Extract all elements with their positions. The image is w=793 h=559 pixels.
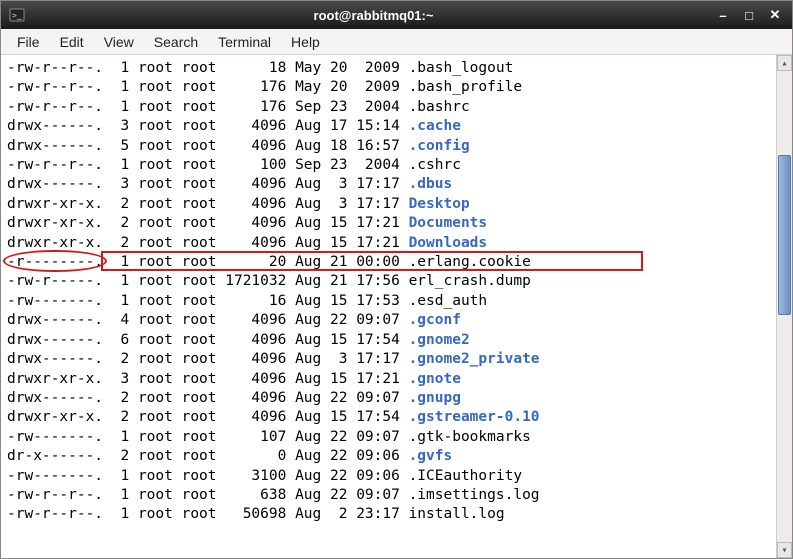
- highlight-row-box: [101, 251, 643, 271]
- file-name: .bash_profile: [409, 79, 523, 95]
- file-name: .gnome2_private: [409, 351, 540, 367]
- scrollbar[interactable]: ▴ ▾: [776, 55, 792, 558]
- file-name: install.log: [409, 506, 505, 522]
- menu-view[interactable]: View: [94, 31, 144, 53]
- window-controls: – □ ✕: [714, 8, 784, 22]
- menu-search[interactable]: Search: [144, 31, 208, 53]
- file-listing-row: -rw-------. 1 root root 3100 Aug 22 09:0…: [7, 467, 770, 486]
- file-name: .gconf: [409, 312, 461, 328]
- terminal-area: -rw-r--r--. 1 root root 18 May 20 2009 .…: [1, 55, 792, 558]
- file-name: erl_crash.dump: [409, 273, 531, 289]
- file-listing-row: -rw-r--r--. 1 root root 176 May 20 2009 …: [7, 78, 770, 97]
- menu-file[interactable]: File: [7, 31, 50, 53]
- file-listing-row: drwx------. 3 root root 4096 Aug 3 17:17…: [7, 175, 770, 194]
- menu-help[interactable]: Help: [281, 31, 330, 53]
- terminal-app-icon: >_: [9, 7, 25, 23]
- window-title: root@rabbitmq01:~: [33, 8, 714, 23]
- file-name: .config: [409, 138, 470, 154]
- scrollbar-thumb[interactable]: [778, 155, 791, 315]
- svg-text:>_: >_: [12, 11, 22, 20]
- file-listing-row: drwx------. 4 root root 4096 Aug 22 09:0…: [7, 311, 770, 330]
- file-listing-row: -rw-------. 1 root root 16 Aug 15 17:53 …: [7, 292, 770, 311]
- file-listing-row: drwx------. 3 root root 4096 Aug 17 15:1…: [7, 117, 770, 136]
- maximize-button[interactable]: □: [740, 8, 758, 22]
- menubar: File Edit View Search Terminal Help: [1, 29, 792, 55]
- file-name: .gnupg: [409, 390, 461, 406]
- file-listing-row: -rw-r--r--. 1 root root 50698 Aug 2 23:1…: [7, 505, 770, 524]
- titlebar[interactable]: >_ root@rabbitmq01:~ – □ ✕: [1, 1, 792, 29]
- file-name: .gnote: [409, 371, 461, 387]
- file-name: Downloads: [409, 235, 488, 251]
- scroll-down-icon[interactable]: ▾: [777, 542, 792, 558]
- file-listing-row: -rw-r--r--. 1 root root 18 May 20 2009 .…: [7, 59, 770, 78]
- file-listing-row: drwxr-xr-x. 2 root root 4096 Aug 15 17:5…: [7, 408, 770, 427]
- file-name: .gnome2: [409, 332, 470, 348]
- file-listing-row: drwx------. 6 root root 4096 Aug 15 17:5…: [7, 331, 770, 350]
- file-listing-row: -rw-------. 1 root root 107 Aug 22 09:07…: [7, 428, 770, 447]
- file-listing-row: -rw-r--r--. 1 root root 100 Sep 23 2004 …: [7, 156, 770, 175]
- file-listing-row: drwx------. 2 root root 4096 Aug 3 17:17…: [7, 350, 770, 369]
- file-name: .bash_logout: [409, 60, 514, 76]
- file-name: .imsettings.log: [409, 487, 540, 503]
- file-listing-row: -rw-r--r--. 1 root root 638 Aug 22 09:07…: [7, 486, 770, 505]
- close-button[interactable]: ✕: [766, 8, 784, 22]
- file-name: .ICEauthority: [409, 468, 523, 484]
- file-listing-row: drwxr-xr-x. 2 root root 4096 Aug 3 17:17…: [7, 195, 770, 214]
- file-listing-row: -rw-r--r--. 1 root root 176 Sep 23 2004 …: [7, 98, 770, 117]
- file-name: Desktop: [409, 196, 470, 212]
- file-listing-row: drwx------. 2 root root 4096 Aug 22 09:0…: [7, 389, 770, 408]
- file-name: .esd_auth: [409, 293, 488, 309]
- menu-terminal[interactable]: Terminal: [208, 31, 281, 53]
- menu-edit[interactable]: Edit: [50, 31, 94, 53]
- minimize-button[interactable]: –: [714, 8, 732, 22]
- file-name: .bashrc: [409, 99, 470, 115]
- file-name: .gstreamer-0.10: [409, 409, 540, 425]
- file-name: .gtk-bookmarks: [409, 429, 531, 445]
- file-listing-row: drwx------. 5 root root 4096 Aug 18 16:5…: [7, 137, 770, 156]
- file-listing-row: drwxr-xr-x. 3 root root 4096 Aug 15 17:2…: [7, 370, 770, 389]
- file-listing-row: drwxr-xr-x. 2 root root 4096 Aug 15 17:2…: [7, 214, 770, 233]
- terminal-output[interactable]: -rw-r--r--. 1 root root 18 May 20 2009 .…: [1, 55, 776, 558]
- file-name: .cshrc: [409, 157, 461, 173]
- file-listing-row: dr-x------. 2 root root 0 Aug 22 09:06 .…: [7, 447, 770, 466]
- file-name: .gvfs: [409, 448, 453, 464]
- file-listing-row: -rw-r-----. 1 root root 1721032 Aug 21 1…: [7, 272, 770, 291]
- file-name: .cache: [409, 118, 461, 134]
- scroll-up-icon[interactable]: ▴: [777, 55, 792, 71]
- terminal-window: >_ root@rabbitmq01:~ – □ ✕ File Edit Vie…: [0, 0, 793, 559]
- file-name: .dbus: [409, 176, 453, 192]
- file-name: Documents: [409, 215, 488, 231]
